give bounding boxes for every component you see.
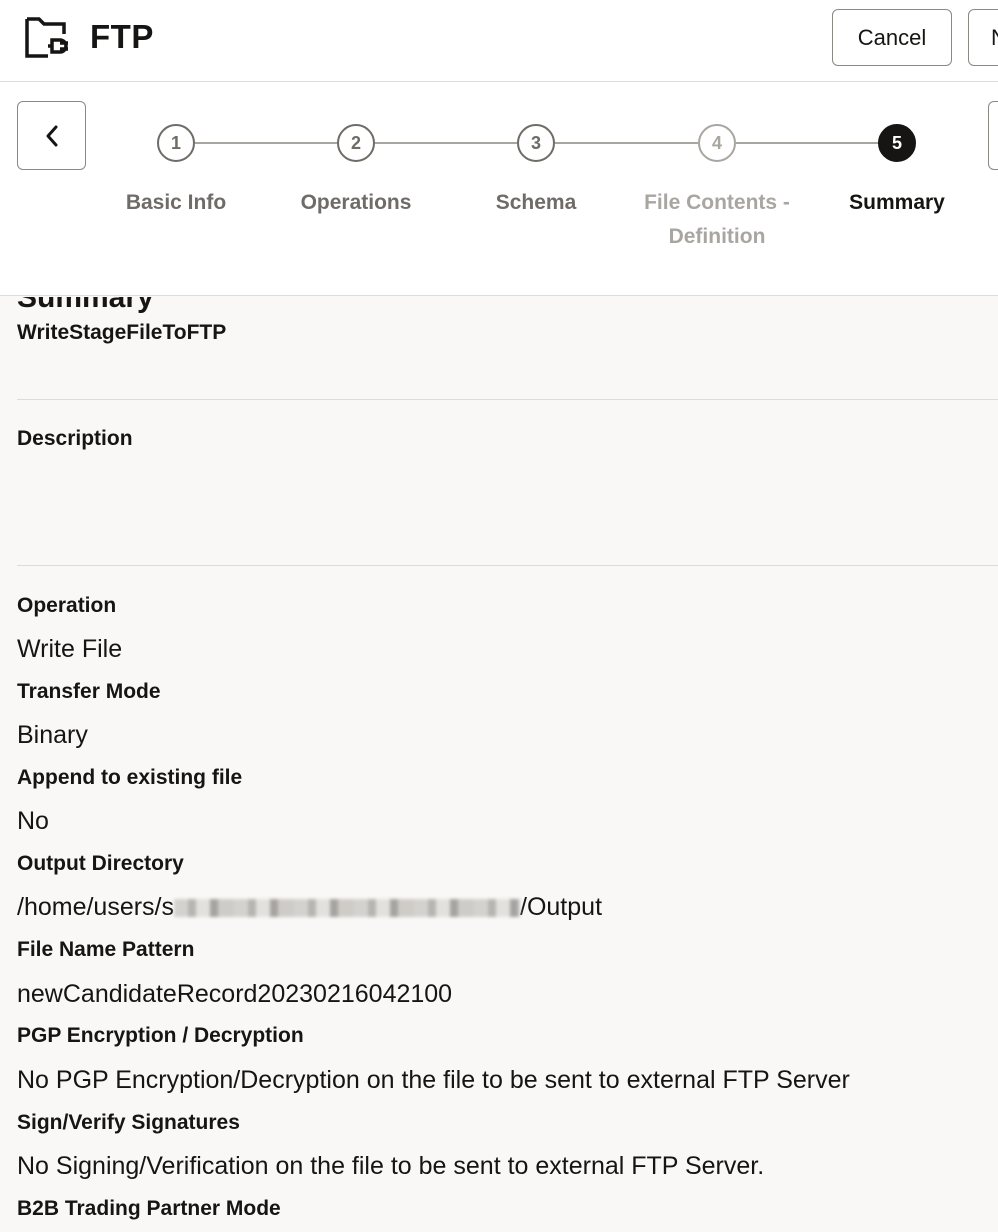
- back-button[interactable]: [17, 101, 86, 170]
- description-label: Description: [17, 427, 133, 450]
- field-label-append: Append to existing file: [17, 766, 243, 789]
- field-value-operation: Write File: [17, 635, 123, 663]
- folder-plug-icon: [25, 17, 68, 58]
- field-label-pgp: PGP Encryption / Decryption: [17, 1024, 304, 1047]
- step-5-label[interactable]: Summary: [807, 186, 987, 220]
- step-2-circle[interactable]: 2: [337, 124, 375, 162]
- step-3-circle[interactable]: 3: [517, 124, 555, 162]
- step-2-label[interactable]: Operations: [266, 186, 446, 220]
- summary-panel: Summary WriteStageFileToFTP Description …: [0, 297, 998, 1232]
- field-value-output-directory: /home/users/s/Output: [17, 893, 602, 922]
- field-value-pgp: No PGP Encryption/Decryption on the file…: [17, 1066, 850, 1094]
- step-connector: [736, 142, 879, 144]
- integration-name: WriteStageFileToFTP: [17, 321, 227, 344]
- step-1-circle[interactable]: 1: [157, 124, 195, 162]
- header-bar: FTP Cancel N: [0, 0, 998, 82]
- step-3-label[interactable]: Schema: [446, 186, 626, 220]
- field-label-b2b-mode: B2B Trading Partner Mode: [17, 1197, 281, 1220]
- step-5-circle[interactable]: 5: [878, 124, 916, 162]
- field-value-transfer-mode: Binary: [17, 721, 88, 749]
- field-label-sign-verify: Sign/Verify Signatures: [17, 1111, 240, 1134]
- step-train: 1 2 3 4 5 Basic Info Operations Schema F…: [0, 82, 998, 296]
- step-1-label[interactable]: Basic Info: [86, 186, 266, 220]
- divider: [17, 399, 998, 400]
- next-button[interactable]: N: [968, 9, 998, 66]
- step-connector: [375, 142, 517, 144]
- app-title: FTP: [90, 18, 154, 55]
- divider: [17, 565, 998, 566]
- step-connector: [555, 142, 698, 144]
- chevron-left-icon: [46, 125, 58, 147]
- field-label-output-directory: Output Directory: [17, 852, 184, 875]
- forward-button[interactable]: [988, 101, 998, 170]
- step-4-label-line1: File Contents -: [644, 191, 790, 214]
- field-value-file-name-pattern: newCandidateRecord20230216042100: [17, 980, 453, 1008]
- field-label-file-name-pattern: File Name Pattern: [17, 938, 195, 961]
- step-4-label: File Contents - Definition: [627, 186, 807, 254]
- step-4-label-line2: Definition: [668, 225, 766, 248]
- step-connector: [195, 142, 337, 144]
- field-label-operation: Operation: [17, 594, 117, 617]
- field-value-sign-verify: No Signing/Verification on the file to b…: [17, 1152, 765, 1180]
- field-label-transfer-mode: Transfer Mode: [17, 680, 161, 703]
- output-directory-suffix: /Output: [520, 893, 603, 921]
- field-value-append: No: [17, 807, 49, 835]
- output-directory-prefix: /home/users/s: [17, 893, 175, 921]
- section-heading: Summary: [17, 297, 154, 314]
- redacted-text: [174, 899, 521, 918]
- cancel-button[interactable]: Cancel: [832, 9, 952, 66]
- step-4-circle: 4: [698, 124, 736, 162]
